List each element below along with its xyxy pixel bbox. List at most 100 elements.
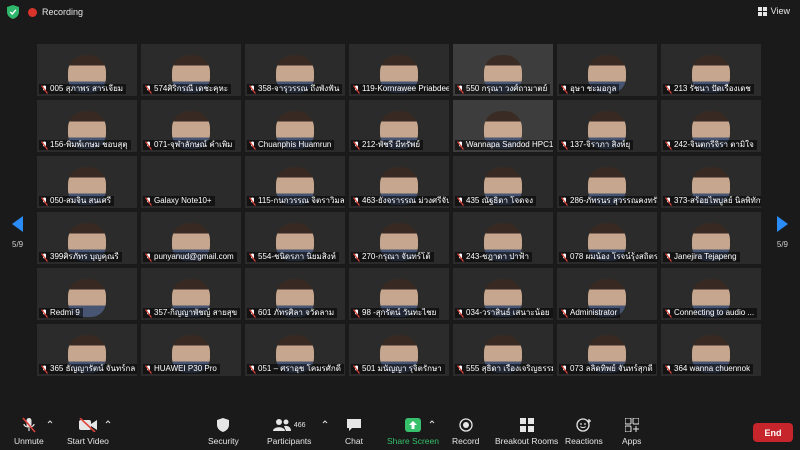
participant-tile[interactable]: 156-พิมพ์เกษม ชอบสุตุ (37, 100, 137, 152)
next-page-arrow-icon[interactable] (777, 216, 788, 232)
participant-tile[interactable]: 357-กิญญาพัชญ์ สายสุข (141, 268, 241, 320)
participant-name-label: 034-วราสินธ์ เสนาะน้อย (455, 308, 553, 318)
participant-name: 555 สุธิดา เรืองเจริญธรรม (466, 364, 553, 373)
participant-tile[interactable]: 555 สุธิดา เรืองเจริญธรรม (453, 324, 553, 376)
participant-name: HUAWEI P30 Pro (154, 364, 217, 373)
participant-tile[interactable]: 051 – ศราอุช โคมรศักดิ์ (245, 324, 345, 376)
participant-name-label: 243-ชฎาดา ปาฟ้า (455, 252, 532, 262)
participant-name: 501 มนัญญา รุจิตรักษา (362, 364, 442, 373)
participant-name-label: 435 ณัฐธิดา โจดจง (455, 196, 536, 206)
breakout-rooms-button[interactable]: Breakout Rooms (495, 417, 558, 446)
participant-tile[interactable]: 115-กนกวรรณ จิตราวิมล (245, 156, 345, 208)
participant-tile[interactable]: 373-สร้อยไพบูลย์ นิลพิทักษ์ (661, 156, 761, 208)
participant-name: Connecting to audio ... (674, 308, 755, 317)
people-icon (272, 419, 291, 431)
reactions-button[interactable]: Reactions (565, 417, 603, 446)
participant-name: 554-ชนิดรภา นิยมสิงห์ (258, 252, 336, 261)
participant-tile[interactable]: 034-วราสินธ์ เสนาะน้อย (453, 268, 553, 320)
participant-name: 463-ยังจรารรณ ม่วงศรีจันทร์ (362, 196, 449, 205)
participant-name-label: 98 -สุกรัตน์ วันทะไชย (351, 308, 440, 318)
participant-name: 051 – ศราอุช โคมรศักดิ์ (258, 364, 341, 373)
microphone-muted-icon (249, 196, 256, 206)
participant-name: อุษา ชะมอกูล (570, 84, 617, 93)
participant-name: 005 สุภาพร สารเจียม (50, 84, 124, 93)
shield-icon[interactable] (7, 5, 19, 19)
participant-tile[interactable]: 399ศิรภัทร บุญคุณรี (37, 212, 137, 264)
participant-name-label: Chuanphis Huamrun (247, 140, 335, 150)
participant-tile[interactable]: 574ศิริกรณี เดชะคุหะ (141, 44, 241, 96)
participant-name: 550 กรุณา วงศ์ถามาตย์ (466, 84, 548, 93)
participant-name: 364 wanna chuennok (674, 364, 751, 373)
audio-options-chevron-icon[interactable] (47, 419, 53, 425)
apps-label: Apps (622, 436, 642, 446)
end-meeting-button[interactable]: End (753, 423, 793, 442)
participants-options-chevron-icon[interactable] (322, 419, 328, 425)
chat-button[interactable]: Chat (345, 417, 363, 446)
microphone-muted-icon (561, 364, 568, 374)
apps-button[interactable]: Apps (622, 417, 641, 446)
participant-tile[interactable]: Connecting to audio ... (661, 268, 761, 320)
participant-tile[interactable]: 050-สมจิน สนเศรี (37, 156, 137, 208)
microphone-muted-icon (41, 140, 48, 150)
participant-tile[interactable]: punyanud@gmail.com (141, 212, 241, 264)
previous-page-arrow-icon[interactable] (12, 216, 23, 232)
participant-name: 243-ชฎาดา ปาฟ้า (466, 252, 529, 261)
security-button[interactable]: Security (208, 417, 239, 446)
participant-tile[interactable]: Redmi 9 (37, 268, 137, 320)
participant-tile[interactable]: 243-ชฎาดา ปาฟ้า (453, 212, 553, 264)
participant-tile[interactable]: 005 สุภาพร สารเจียม (37, 44, 137, 96)
microphone-muted-icon (561, 84, 568, 94)
participant-tile[interactable]: HUAWEI P30 Pro (141, 324, 241, 376)
participant-tile[interactable]: 501 มนัญญา รุจิตรักษา (349, 324, 449, 376)
participant-name-label: 357-กิญญาพัชญ์ สายสุข (143, 308, 241, 318)
top-bar: Recording View (0, 0, 800, 26)
participant-tile[interactable]: 213 รัชนา ปัดเรืองเดช (661, 44, 761, 96)
participant-tile[interactable]: 137-จิราภา สิงห์ยุ (557, 100, 657, 152)
participant-tile[interactable]: 242-จินตกรีจิรา ตามิใจ (661, 100, 761, 152)
participant-tile[interactable]: 550 กรุณา วงศ์ถามาตย์ (453, 44, 553, 96)
microphone-muted-icon (41, 308, 48, 318)
participant-name: 156-พิมพ์เกษม ชอบสุตุ (50, 140, 128, 149)
participant-tile[interactable]: 073 ลลิดทิพย์ จันทร์สุกดี (557, 324, 657, 376)
participant-tile[interactable]: Administrator (557, 268, 657, 320)
participant-tile[interactable]: 358-จารุวรรณ ถึงพังฟัน (245, 44, 345, 96)
participant-tile[interactable]: Wannapa Sandod HPC12 (453, 100, 553, 152)
microphone-muted-icon (145, 196, 152, 206)
participant-tile[interactable]: Janejira Tejapeng (661, 212, 761, 264)
participant-name-label: 501 มนัญญา รุจิตรักษา (351, 364, 445, 374)
view-button[interactable]: View (757, 6, 790, 16)
participant-name-label: 242-จินตกรีจิรา ตามิใจ (663, 140, 757, 150)
participant-name: 357-กิญญาพัชญ์ สายสุข (154, 308, 238, 317)
microphone-muted-icon (249, 308, 256, 318)
participant-tile[interactable]: 463-ยังจรารรณ ม่วงศรีจันทร์ (349, 156, 449, 208)
microphone-muted-icon (249, 364, 256, 374)
participant-tile[interactable]: 286-ภัทรนร สุวรรณคงทรัพย์ (557, 156, 657, 208)
participant-tile[interactable]: 119-Kornrawee Priabdee (349, 44, 449, 96)
participant-tile[interactable]: อุษา ชะมอกูล (557, 44, 657, 96)
participant-tile[interactable]: Galaxy Note10+ (141, 156, 241, 208)
participant-tile[interactable]: 270-กรุณา จันทร์โต้ (349, 212, 449, 264)
participant-tile[interactable]: 601 ภัทรศิลา จวัดลาม (245, 268, 345, 320)
share-screen-label: Share Screen (387, 436, 439, 446)
participant-name: 574ศิริกรณี เดชะคุหะ (154, 84, 229, 93)
participant-name: Galaxy Note10+ (154, 196, 212, 205)
participant-tile[interactable]: 071-จุฬาลักษณ์ คำเพิ่ม (141, 100, 241, 152)
participant-tile[interactable]: 98 -สุกรัตน์ วันทะไชย (349, 268, 449, 320)
participants-button[interactable]: 466 Participants (267, 417, 311, 446)
start-video-button[interactable]: Start Video (67, 417, 109, 446)
video-options-chevron-icon[interactable] (105, 419, 111, 425)
participant-tile[interactable]: Chuanphis Huamrun (245, 100, 345, 152)
participant-name: 213 รัชนา ปัดเรืองเดช (674, 84, 751, 93)
participant-tile[interactable]: 365 ธัญญารัตน์ จันทร์กล (37, 324, 137, 376)
participant-name: 286-ภัทรนร สุวรรณคงทรัพย์ (570, 196, 657, 205)
participant-tile[interactable]: 212-พัชรี มีทรัพย์ (349, 100, 449, 152)
record-button[interactable]: Record (452, 417, 479, 446)
unmute-button[interactable]: Unmute (14, 417, 44, 446)
security-shield-icon (217, 417, 230, 433)
participant-tile[interactable]: 078 ผมน้อง โรจน์รุ้งสถิตร (557, 212, 657, 264)
participant-tile[interactable]: 554-ชนิดรภา นิยมสิงห์ (245, 212, 345, 264)
share-options-chevron-icon[interactable] (429, 419, 435, 425)
participant-tile[interactable]: 435 ณัฐธิดา โจดจง (453, 156, 553, 208)
participant-tile[interactable]: 364 wanna chuennok (661, 324, 761, 376)
recording-indicator[interactable]: Recording (28, 7, 83, 17)
